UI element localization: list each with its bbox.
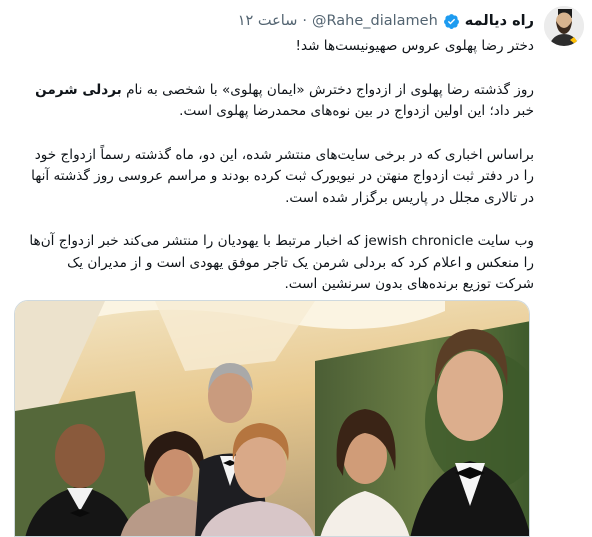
header-separator: · (302, 13, 307, 29)
avatar[interactable] (544, 6, 584, 46)
paragraph-1-end: خبر داد؛ این اولین ازدواج در بین نوه‌های… (179, 103, 534, 119)
avatar-portrait-icon (544, 6, 584, 46)
tweet-photo[interactable] (14, 300, 530, 537)
verified-badge-icon (443, 13, 459, 29)
tweet-paragraph-3: وب سایت jewish chronicle که اخبار مرتبط … (29, 233, 534, 292)
tweet-paragraph-2: براساس اخباری که در برخی سایت‌های منتشر … (31, 146, 534, 206)
tweet-timestamp[interactable]: ساعت ۱۲ (238, 13, 298, 29)
tweet-paragraph-1: روز گذشته رضا پهلوی از ازدواج دخترش «ایم… (26, 80, 534, 123)
tweet-header: راه دیالمه @Rahe_dialameh · ساعت ۱۲ (238, 10, 534, 32)
tweet-text: دختر رضا پهلوی عروس صهیونیست‌ها شد! روز … (26, 36, 534, 296)
author-name[interactable]: راه دیالمه (465, 13, 534, 29)
paragraph-1-start: روز گذشته رضا پهلوی از ازدواج دخترش «ایم… (121, 81, 534, 98)
author-handle[interactable]: @Rahe_dialameh (312, 13, 438, 29)
wedding-group-photo (15, 301, 529, 536)
tweet-headline: دختر رضا پهلوی عروس صهیونیست‌ها شد! (295, 38, 534, 54)
paragraph-1-bold-name: بردلی شرمن (35, 81, 122, 98)
